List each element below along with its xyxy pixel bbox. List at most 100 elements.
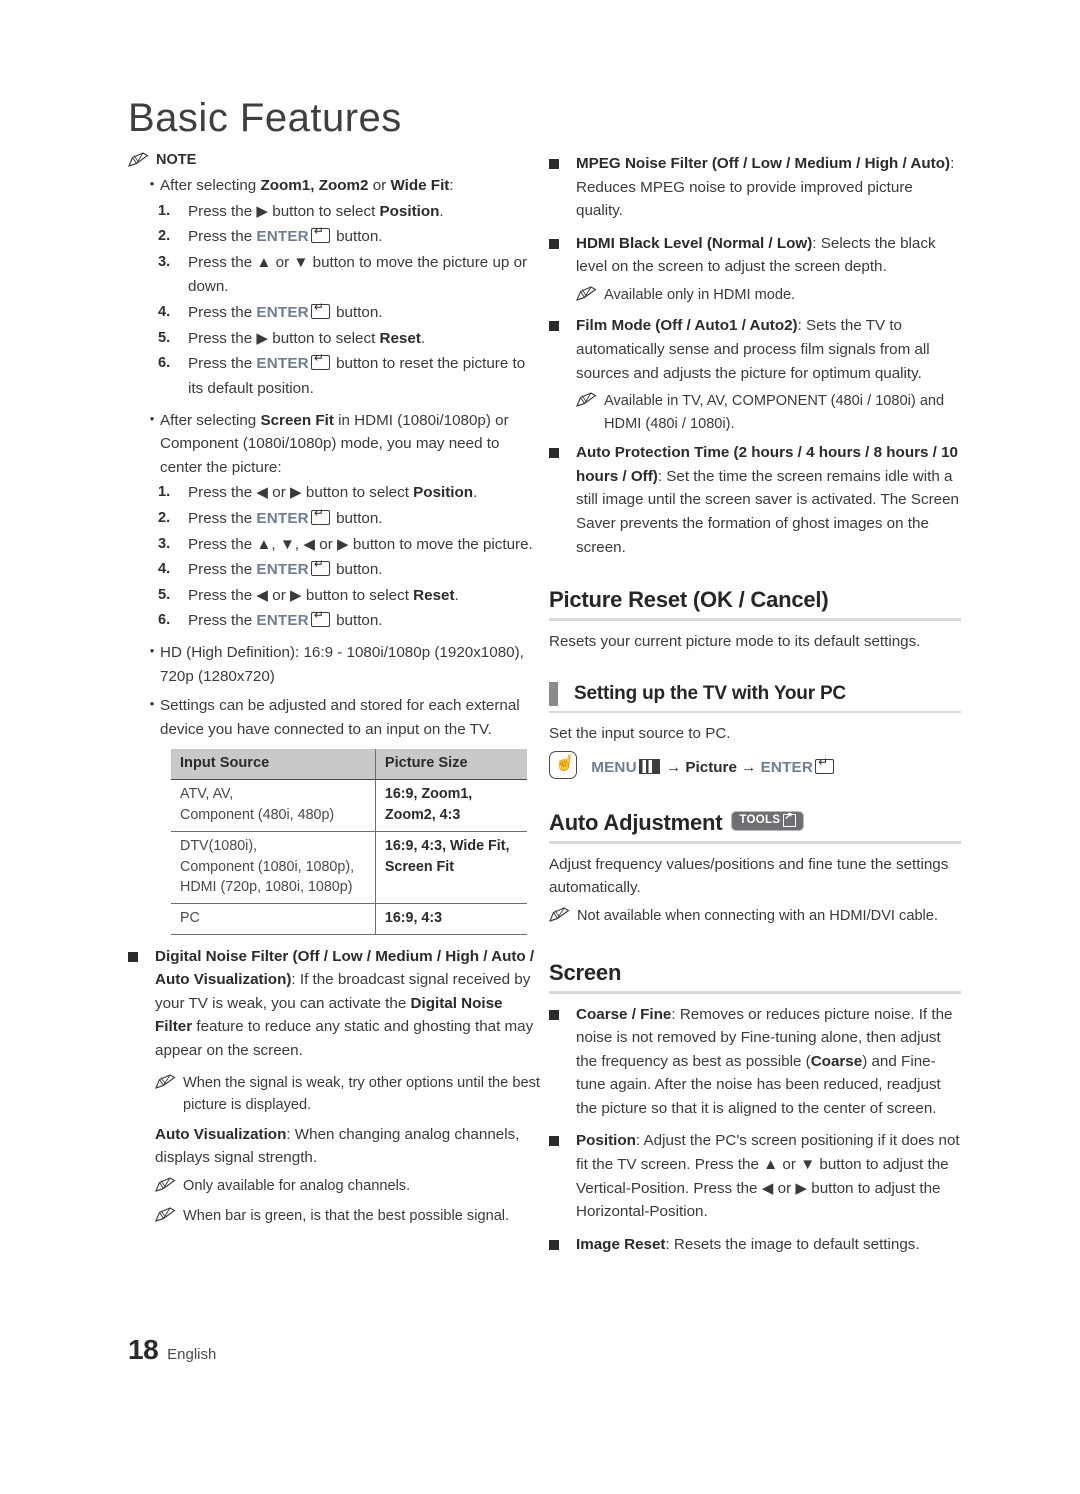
pencil-icon <box>576 284 604 309</box>
bullet-dot-icon: • <box>149 643 155 658</box>
step-text: Press the ENTER button. <box>188 301 540 326</box>
section-screen: Screen <box>549 960 961 994</box>
step-number: 6. <box>158 355 171 372</box>
enter-key-icon <box>815 756 835 775</box>
section-heading-text: Screen <box>549 959 622 985</box>
right-column: MPEG Noise Filter (Off / Low / Medium / … <box>549 152 961 1265</box>
feature-image-reset: Image Reset: Resets the image to default… <box>549 1233 961 1257</box>
feature-text: Position: Adjust the PC's screen positio… <box>576 1132 960 1221</box>
feature-hdmi-black-level: HDMI Black Level (Normal / Low): Selects… <box>549 232 961 279</box>
list-item: 3. Press the ▲, ▼, ◀ or ▶ button to move… <box>158 533 540 558</box>
list-item: 5. Press the ◀ or ▶ button to select Res… <box>158 584 540 609</box>
note-text: When bar is green, is that the best poss… <box>183 1208 510 1225</box>
list-item: 5. Press the ▶ button to select Reset. <box>158 327 540 352</box>
list-item: 6. Press the ENTER button. <box>158 609 540 634</box>
note-hdmi-only: Available only in HDMI mode. <box>576 284 961 309</box>
cell-input-source: PC <box>171 903 376 935</box>
enter-key-icon <box>310 225 330 244</box>
menu-path-row: MENU → Picture → ENTER <box>549 751 961 780</box>
step-text: Press the ▶ button to select Reset. <box>188 329 426 347</box>
step-text: Press the ◀ or ▶ button to select Positi… <box>188 484 478 502</box>
section-setting-up-pc: Setting up the TV with Your PC <box>549 681 961 713</box>
page-number: 18 <box>128 1334 159 1365</box>
step-number: 4. <box>158 561 171 578</box>
step-number: 4. <box>158 304 171 321</box>
section-heading: Setting up the TV with Your PC <box>549 681 961 711</box>
section-heading-text: Auto Adjustment <box>549 809 723 835</box>
note-text: When the signal is weak, try other optio… <box>183 1074 540 1114</box>
pencil-icon <box>155 1205 183 1230</box>
enter-label: ENTER <box>760 759 814 777</box>
section-rule <box>549 990 961 994</box>
step-text: Press the ENTER button. <box>188 507 540 532</box>
pencil-icon <box>576 390 604 415</box>
note-green-bar: When bar is green, is that the best poss… <box>155 1205 540 1230</box>
step-text: Press the ▲, ▼, ◀ or ▶ button to move th… <box>188 535 533 553</box>
square-bullet-icon <box>549 152 576 169</box>
setting-up-pc-body: Set the input source to PC. <box>549 724 731 742</box>
feature-text: HDMI Black Level (Normal / Low): Selects… <box>576 234 936 276</box>
step-text: Press the ◀ or ▶ button to select Reset. <box>188 586 459 604</box>
note-analog-only: Only available for analog channels. <box>155 1175 540 1200</box>
page-title: Basic Features <box>128 96 402 140</box>
section-heading: Auto Adjustment TOOLS <box>549 810 961 841</box>
remote-hand-icon <box>549 751 577 780</box>
column-header-input-source: Input Source <box>171 749 376 781</box>
section-heading-text: Setting up the TV with Your PC <box>574 682 846 704</box>
page-language: English <box>167 1346 217 1363</box>
step-number: 3. <box>158 535 171 552</box>
step-number: 1. <box>158 202 171 219</box>
table-row: ATV, AV, Component (480i, 480p) 16:9, Zoo… <box>171 779 527 832</box>
list-item: 4. Press the ENTER button. <box>158 301 540 326</box>
tools-badge[interactable]: TOOLS <box>731 810 805 831</box>
enter-key-icon <box>310 507 330 525</box>
enter-key-icon <box>310 609 330 628</box>
step-number: 2. <box>158 509 171 526</box>
pencil-icon <box>549 905 577 930</box>
step-text: Press the ENTER button. <box>188 225 540 250</box>
picture-menu-label: Picture <box>685 759 737 777</box>
square-bullet-icon <box>549 1129 576 1147</box>
feature-position: Position: Adjust the PC's screen positio… <box>549 1129 961 1223</box>
section-bar-marker-icon <box>549 681 558 706</box>
list-item: • HD (High Definition): 16:9 - 1080i/108… <box>144 641 540 688</box>
pencil-icon <box>155 1072 183 1097</box>
section-heading: Picture Reset (OK / Cancel) <box>549 587 961 618</box>
pencil-icon <box>128 152 149 167</box>
cell-picture-size: 16:9, 4:3 <box>374 903 527 935</box>
note-bullet-hd: HD (High Definition): 16:9 - 1080i/1080p… <box>160 644 524 685</box>
pencil-icon <box>155 1175 183 1200</box>
note-label: NOTE <box>156 152 197 168</box>
numbered-steps-zoom: 1. Press the ▶ button to select Position… <box>158 200 540 402</box>
arrow-right-icon: → <box>741 759 757 777</box>
step-number: 2. <box>158 228 171 245</box>
list-item: 2. Press the ENTER button. <box>158 507 540 532</box>
note-bullet-zoom: After selecting Zoom1, Zoom2 or Wide Fit… <box>160 177 454 194</box>
note-bullet-settings: Settings can be adjusted and stored for … <box>160 697 520 738</box>
step-text: Press the ENTER button to reset the pict… <box>188 352 540 401</box>
step-text: Press the ▲ or ▼ button to move the pict… <box>188 253 528 296</box>
feature-auto-protection-time: Auto Protection Time (2 hours / 4 hours … <box>549 441 961 559</box>
square-bullet-icon <box>549 314 576 332</box>
note-text: Not available when connecting with an HD… <box>577 907 938 924</box>
enter-key-icon <box>310 352 330 371</box>
bullet-dot-icon: • <box>149 176 155 191</box>
list-item: 3. Press the ▲ or ▼ button to move the p… <box>158 251 540 300</box>
square-bullet-icon <box>549 441 576 459</box>
feature-film-mode: Film Mode (Off / Auto1 / Auto2): Sets th… <box>549 314 961 385</box>
left-column: NOTE • After selecting Zoom1, Zoom2 or W… <box>128 152 540 1236</box>
manual-page: Basic Features NOTE • After selecting Zo… <box>0 0 1080 1494</box>
table-row: DTV(1080i), Component (1080i, 1080p), HDMI… <box>171 831 527 905</box>
feature-text: MPEG Noise Filter (Off / Low / Medium / … <box>576 155 955 220</box>
list-item: 2. Press the ENTER button. <box>158 225 540 250</box>
step-number: 5. <box>158 329 171 346</box>
list-item: 1. Press the ▶ button to select Position… <box>158 200 540 225</box>
section-heading: Screen <box>549 960 961 991</box>
section-rule <box>549 840 961 844</box>
feature-text: Image Reset: Resets the image to default… <box>576 1235 920 1253</box>
note-bullet-screenfit: After selecting Screen Fit in HDMI (1080… <box>160 411 509 476</box>
enter-key-icon <box>310 558 330 577</box>
section-auto-adjustment: Auto Adjustment TOOLS <box>549 810 961 844</box>
section-rule <box>549 710 961 713</box>
step-text: Press the ENTER button. <box>188 609 540 634</box>
